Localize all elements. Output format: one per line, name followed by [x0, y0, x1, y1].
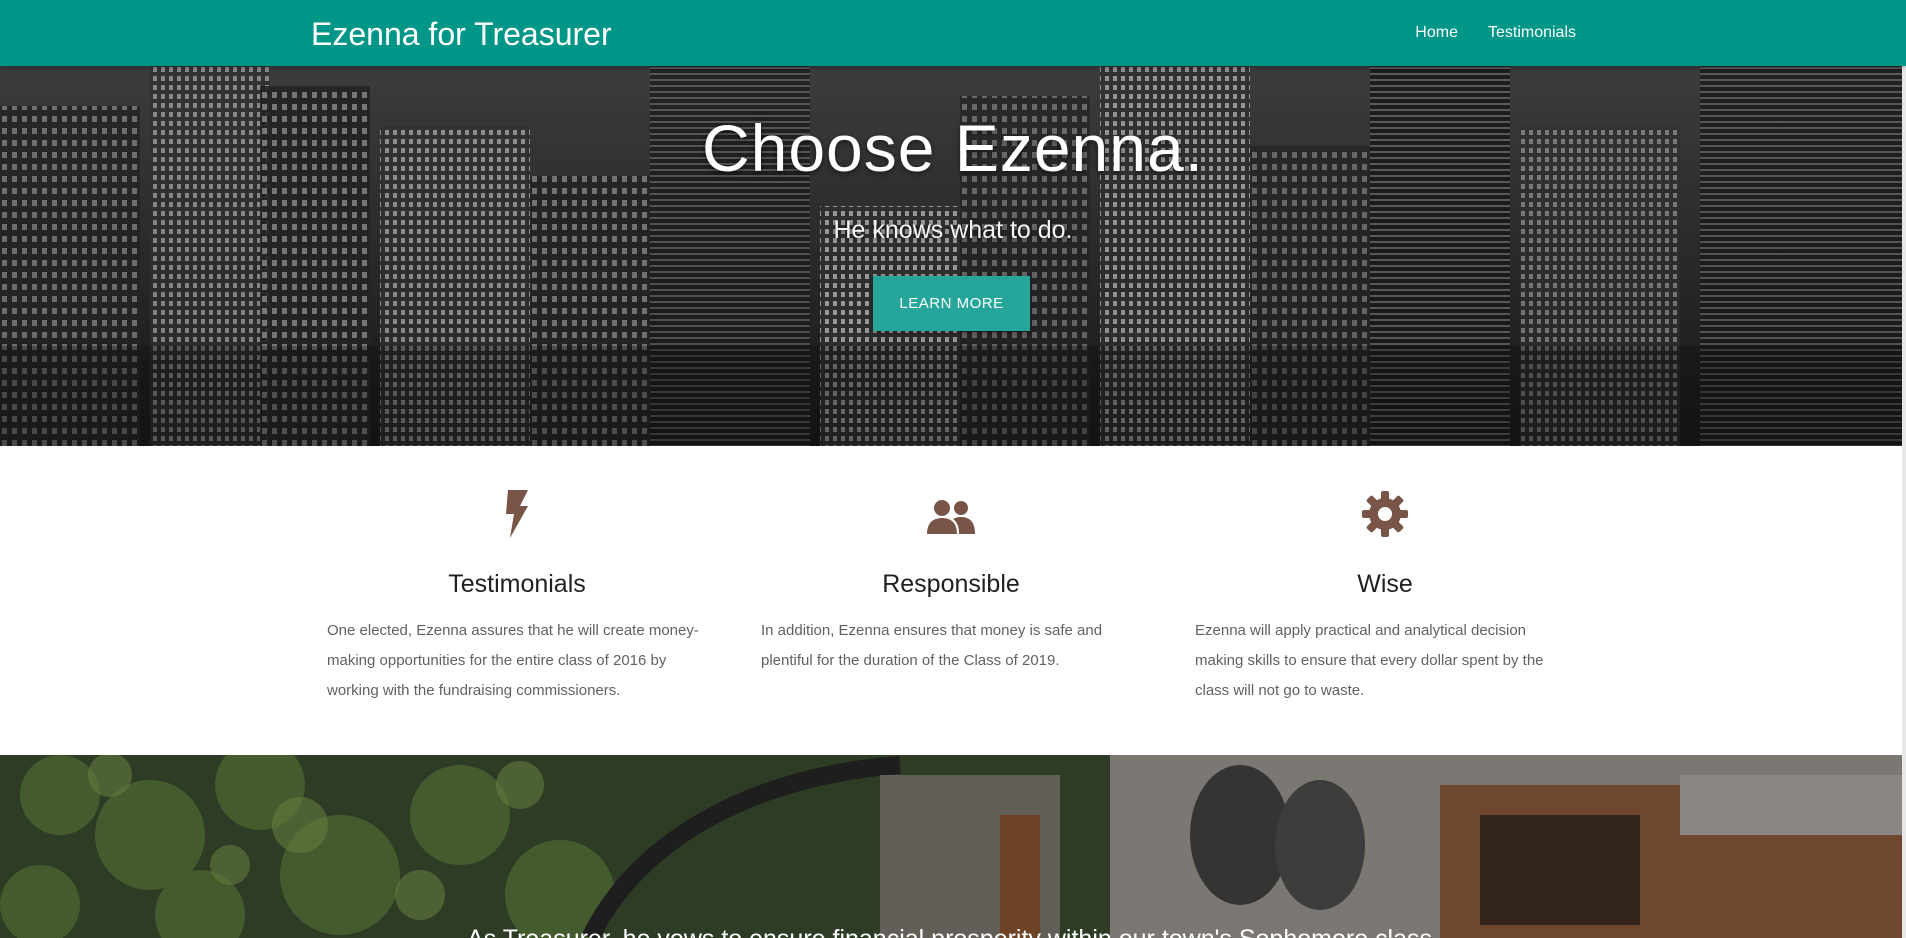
parallax-caption: As Treasurer, he vows to ensure financia… — [0, 925, 1906, 938]
feature-text: One elected, Ezenna assures that he will… — [327, 622, 699, 699]
nav-link-home[interactable]: Home — [1415, 22, 1458, 44]
top-navbar: Ezenna for Treasurer Home Testimonials — [0, 0, 1906, 66]
hero-section: Choose Ezenna. He knows what to do. LEAR… — [0, 66, 1906, 446]
learn-more-button[interactable]: LEARN MORE — [873, 276, 1030, 331]
gear-icon — [1195, 490, 1575, 542]
bolt-icon — [327, 490, 707, 542]
group-icon — [761, 490, 1141, 542]
feature-title: Responsible — [882, 570, 1020, 598]
features-section: Testimonials One elected, Ezenna assures… — [0, 446, 1906, 755]
feature-title: Testimonials — [448, 570, 586, 598]
brand-logo-link[interactable]: Ezenna for Treasurer — [311, 14, 612, 54]
abandoned-car-background — [0, 755, 1906, 938]
hero-subtitle: He knows what to do. — [833, 216, 1073, 244]
parallax-section: As Treasurer, he vows to ensure financia… — [0, 755, 1906, 938]
feature-text: In addition, Ezenna ensures that money i… — [761, 622, 1103, 669]
nav-link-testimonials[interactable]: Testimonials — [1488, 22, 1576, 44]
nav-links: Home Testimonials — [1415, 22, 1576, 44]
hero-title: Choose Ezenna. — [701, 111, 1204, 185]
feature-text: Ezenna will apply practical and analytic… — [1195, 622, 1544, 699]
feature-title: Wise — [1357, 570, 1413, 598]
page-scrollbar[interactable] — [1902, 0, 1906, 938]
